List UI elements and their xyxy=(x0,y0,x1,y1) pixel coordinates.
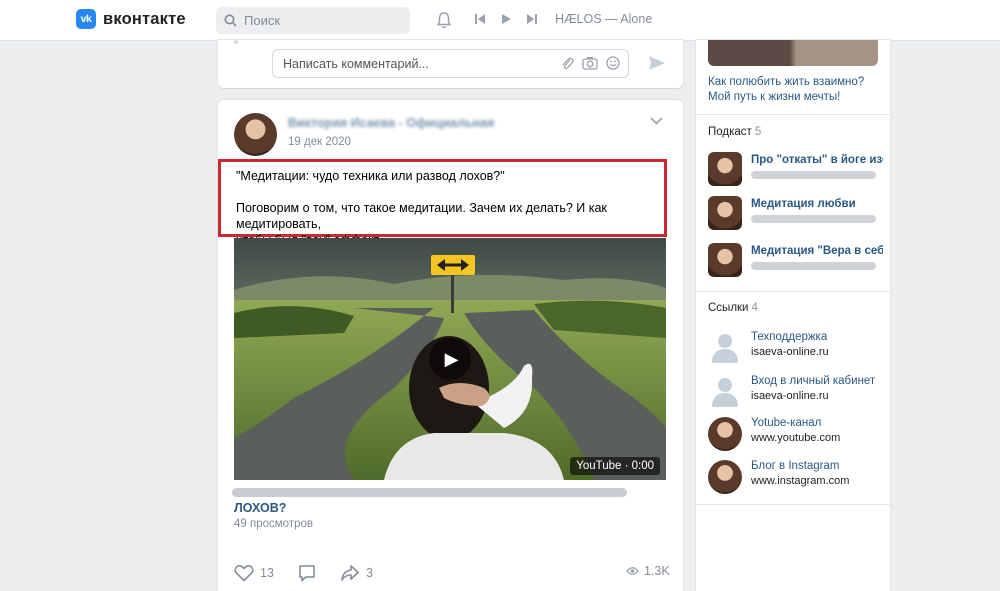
link-item[interactable]: Вход в личный кабинет isaeva-online.ru xyxy=(708,375,883,409)
podcast-title: Медитация любви xyxy=(751,198,856,210)
play-icon[interactable] xyxy=(500,13,512,25)
promo-image[interactable] xyxy=(708,40,878,66)
podcasts-count: 5 xyxy=(754,126,762,138)
video-thumbnail[interactable]: ▶ YouTube · 0:00 xyxy=(234,238,666,480)
comment-button[interactable] xyxy=(298,564,316,582)
video-title[interactable]: ЛОХОВ? xyxy=(234,501,286,515)
comment-input[interactable]: Написать комментарий... xyxy=(272,49,629,78)
emoji-icon[interactable] xyxy=(606,56,620,70)
blurred-podcast-author xyxy=(751,262,876,270)
top-bar: vk вконтакте Поиск HÆLOS — Alone xyxy=(0,0,1000,41)
divider xyxy=(696,504,890,505)
next-track-icon[interactable] xyxy=(526,13,538,25)
links-title: Ссылки xyxy=(708,302,749,314)
podcasts-title: Подкаст xyxy=(708,126,752,138)
search-placeholder: Поиск xyxy=(244,13,281,28)
comment-placeholder: Написать комментарий... xyxy=(283,56,429,71)
post-text-line: Поговорим о том, что такое медитации. За… xyxy=(236,201,607,231)
promo-link[interactable]: Как полюбить жить взаимно? Мой путь к жи… xyxy=(708,75,864,105)
attach-icon[interactable] xyxy=(560,56,574,70)
link-url: isaeva-online.ru xyxy=(751,390,829,402)
video-views: 49 просмотров xyxy=(234,518,313,530)
comment-icon xyxy=(299,565,315,582)
share-count: 3 xyxy=(366,566,373,580)
camera-icon[interactable] xyxy=(582,56,598,70)
group-sidebar: Как полюбить жить взаимно? Мой путь к жи… xyxy=(696,40,890,591)
promo-link-line: Как полюбить жить взаимно? xyxy=(708,76,865,88)
link-url: www.instagram.com xyxy=(751,475,850,487)
like-button[interactable]: 13 xyxy=(234,564,274,582)
divider xyxy=(696,114,890,115)
share-button[interactable]: 3 xyxy=(340,564,373,582)
link-avatar xyxy=(708,417,742,451)
blurred-video-title xyxy=(232,488,627,497)
podcast-item[interactable]: Медитация любви xyxy=(708,196,883,232)
link-item[interactable]: Yotube-канал www.youtube.com xyxy=(708,417,883,451)
link-url: isaeva-online.ru xyxy=(751,346,829,358)
play-button[interactable]: ▶ xyxy=(429,338,471,380)
view-count: 1.3K xyxy=(644,564,670,578)
podcasts-header[interactable]: Подкаст 5 xyxy=(708,126,761,138)
comment-attach-icons xyxy=(560,56,620,70)
heart-icon xyxy=(234,565,254,582)
podcast-cover xyxy=(708,243,742,277)
video-source-badge: YouTube · 0:00 xyxy=(570,457,660,475)
post-author[interactable]: Виктория Исаева - Официальная страница xyxy=(288,116,498,130)
vk-logo-icon: vk xyxy=(76,9,96,29)
link-url: www.youtube.com xyxy=(751,432,841,444)
link-item[interactable]: Техподдержка isaeva-online.ru xyxy=(708,331,883,365)
blurred-podcast-author xyxy=(751,215,876,223)
link-title: Yotube-канал xyxy=(751,417,822,429)
share-icon xyxy=(341,565,359,581)
search-input[interactable]: Поиск xyxy=(216,7,410,34)
link-title: Техподдержка xyxy=(751,331,828,343)
link-title: Блог в Instagram xyxy=(751,460,840,472)
podcast-cover xyxy=(708,152,742,186)
views-counter: 1.3K xyxy=(626,564,670,578)
wall-post: Виктория Исаева - Официальная страница 1… xyxy=(218,100,683,591)
podcast-cover xyxy=(708,196,742,230)
bell-icon[interactable] xyxy=(436,11,452,29)
post-text-line: "Медитации: чудо техника или развод лохо… xyxy=(236,169,505,183)
podcast-title: Медитация "Вера в себя" xyxy=(751,245,883,257)
eye-icon xyxy=(626,567,639,575)
vk-logo[interactable]: vk вконтакте xyxy=(76,9,186,29)
link-title: Вход в личный кабинет xyxy=(751,375,876,387)
search-icon xyxy=(224,14,237,27)
blurred-podcast-author xyxy=(751,171,876,179)
podcast-item[interactable]: Медитация "Вера в себя" xyxy=(708,243,883,279)
like-count: 13 xyxy=(260,566,274,580)
promo-link-line: Мой путь к жизни мечты! xyxy=(708,91,841,103)
links-header[interactable]: Ссылки 4 xyxy=(708,302,758,314)
podcast-item[interactable]: Про "откаты" в йоге изо... xyxy=(708,152,883,188)
link-avatar xyxy=(708,460,742,494)
comment-box: Написать комментарий... xyxy=(218,40,683,88)
divider xyxy=(696,291,890,292)
send-icon[interactable] xyxy=(648,55,666,71)
vk-logo-text: вконтакте xyxy=(103,9,186,28)
podcast-title: Про "откаты" в йоге изо... xyxy=(751,154,883,166)
post-date[interactable]: 19 дек 2020 xyxy=(288,136,351,148)
user-placeholder-icon xyxy=(708,375,742,409)
author-avatar[interactable] xyxy=(234,113,277,156)
links-count: 4 xyxy=(751,302,758,314)
user-placeholder-icon xyxy=(708,331,742,365)
post-text-highlighted: "Медитации: чудо техника или развод лохо… xyxy=(218,159,667,247)
reply-indicator xyxy=(234,40,238,44)
now-playing-track[interactable]: HÆLOS — Alone xyxy=(555,12,652,26)
link-item[interactable]: Блог в Instagram www.instagram.com xyxy=(708,460,883,494)
chevron-down-icon[interactable] xyxy=(650,117,663,125)
previous-track-icon[interactable] xyxy=(474,13,486,25)
